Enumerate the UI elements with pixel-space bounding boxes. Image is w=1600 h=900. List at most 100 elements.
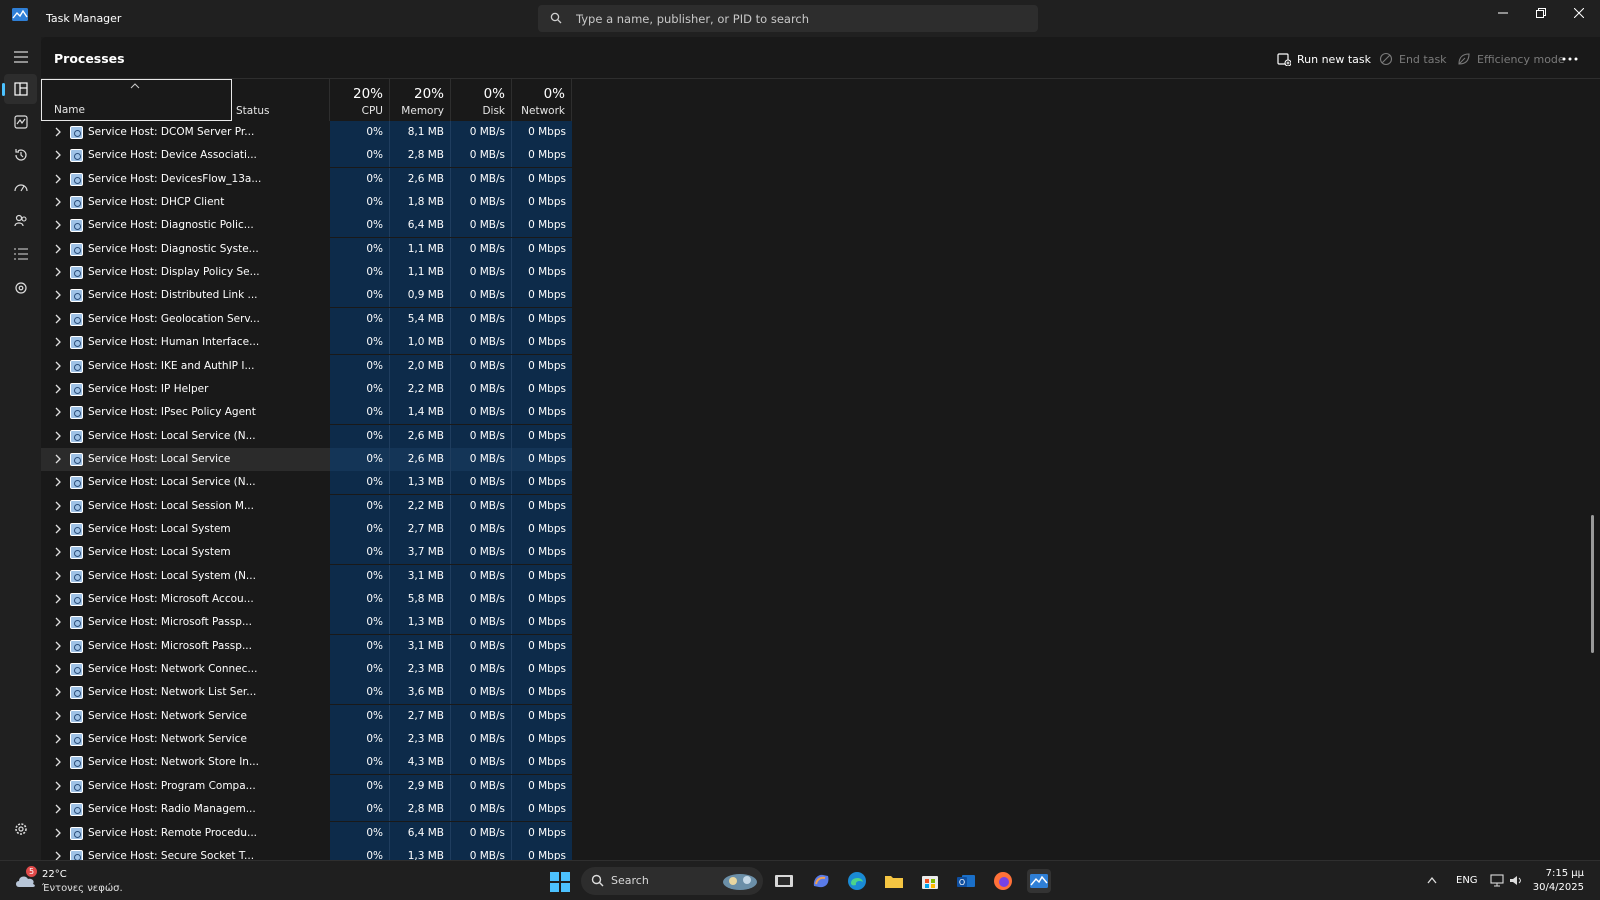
chevron-right-icon[interactable] [53, 781, 63, 791]
column-header-network[interactable]: 0% Network [512, 79, 572, 121]
column-header-cpu[interactable]: 20% CPU [330, 79, 390, 121]
table-row[interactable]: Service Host: DCOM Server Pr... 0% 8,1 MB 0… [41, 121, 1560, 144]
process-name-cell[interactable]: Service Host: Program Compa... [41, 775, 256, 798]
table-row[interactable]: Service Host: IPsec Policy Agent 0% 1,4 MB… [41, 401, 1560, 425]
chevron-right-icon[interactable] [53, 150, 63, 160]
process-name-cell[interactable]: Service Host: Local Service (N... [41, 447, 256, 471]
process-name-cell[interactable]: Service Host: Distributed Link ... [41, 284, 258, 307]
chevron-right-icon[interactable] [53, 757, 63, 767]
process-name-cell[interactable]: Service Host: Diagnostic Polic... [41, 214, 254, 237]
table-row[interactable]: Service Host: Diagnostic Polic... 0% 6,4 M… [41, 214, 1560, 238]
table-row[interactable]: Service Host: Local System 0% 3,7 MB 0 MB/s… [41, 541, 1560, 565]
chevron-right-icon[interactable] [53, 641, 63, 651]
table-row[interactable]: Service Host: Local System (N... 0% 3,1 MB… [41, 564, 1560, 588]
chevron-right-icon[interactable] [53, 804, 63, 814]
chevron-right-icon[interactable] [53, 571, 63, 581]
table-row[interactable]: Service Host: Display Policy Se... 0% 1,1 … [41, 261, 1560, 285]
column-header-memory[interactable]: 20% Memory [390, 79, 451, 121]
chevron-right-icon[interactable] [53, 617, 63, 627]
scrollbar-thumb[interactable] [1591, 515, 1594, 653]
chevron-right-icon[interactable] [53, 314, 63, 324]
search-input[interactable] [576, 5, 1026, 32]
table-row[interactable]: Service Host: IP Helper 0% 2,2 MB 0 MB/s 0 M… [41, 377, 1560, 401]
table-row[interactable]: Service Host: Distributed Link ... 0% 0,9 … [41, 284, 1560, 308]
taskbar-file-explorer[interactable] [882, 869, 906, 893]
column-header-disk[interactable]: 0% Disk [451, 79, 512, 121]
chevron-right-icon[interactable] [53, 851, 63, 860]
table-row[interactable]: Service Host: IKE and AuthIP I... 0% 2,0 M… [41, 354, 1560, 378]
taskbar-firefox[interactable] [991, 869, 1015, 893]
process-name-cell[interactable]: Service Host: Network Store In... [41, 751, 259, 774]
taskbar-edge[interactable] [845, 869, 869, 893]
chevron-right-icon[interactable] [53, 594, 63, 604]
table-row[interactable]: Service Host: Local Service (N... 0% 1,3 M… [41, 471, 1560, 495]
process-name-cell[interactable]: Service Host: Geolocation Serv... [41, 308, 260, 331]
process-name-cell[interactable]: Service Host: IP Helper [41, 378, 232, 401]
language-indicator[interactable]: ENG [1456, 875, 1478, 886]
chevron-right-icon[interactable] [53, 337, 63, 347]
chevron-right-icon[interactable] [53, 524, 63, 534]
table-row[interactable]: Service Host: Microsoft Passp... 0% 3,1 MB… [41, 634, 1560, 658]
table-row[interactable]: Service Host: Microsoft Passp... 0% 1,3 MB… [41, 611, 1560, 635]
process-name-cell[interactable]: Service Host: Microsoft Accou... [41, 588, 254, 611]
process-name-cell[interactable]: Service Host: Network List Ser... [41, 681, 256, 704]
process-name-cell[interactable]: Service Host: Local System (N... [41, 565, 256, 588]
chevron-right-icon[interactable] [53, 664, 63, 674]
table-row[interactable]: Service Host: DevicesFlow_13a... 0% 2,6 MB… [41, 167, 1560, 191]
nav-services[interactable] [4, 273, 37, 303]
chevron-right-icon[interactable] [53, 174, 63, 184]
process-name-cell[interactable]: Service Host: Secure Socket T... [41, 845, 254, 860]
table-row[interactable]: Service Host: Local System 0% 2,7 MB 0 MB/s… [41, 517, 1560, 541]
nav-details[interactable] [4, 239, 37, 269]
chevron-right-icon[interactable] [53, 361, 63, 371]
taskbar-search[interactable]: Search [581, 867, 763, 895]
table-row[interactable]: Service Host: Device Associati... 0% 2,8 M… [41, 144, 1560, 168]
hamburger-menu-button[interactable] [4, 42, 37, 72]
taskbar-outlook[interactable]: O [954, 869, 978, 893]
table-row[interactable]: Service Host: Local Service (N... 0% 2,6 M… [41, 447, 1560, 471]
chevron-right-icon[interactable] [53, 828, 63, 838]
process-name-cell[interactable]: Service Host: Human Interface... [41, 331, 259, 354]
table-row[interactable]: Service Host: Program Compa... 0% 2,9 MB 0 … [41, 774, 1560, 798]
chevron-right-icon[interactable] [53, 127, 63, 137]
process-name-cell[interactable]: Service Host: Microsoft Passp... [41, 611, 252, 634]
taskbar-microsoft-store[interactable] [918, 869, 942, 893]
table-row[interactable]: Service Host: Remote Procedu... 0% 6,4 MB 0… [41, 821, 1560, 845]
table-row[interactable]: Service Host: Network Service 0% 2,3 MB 0 M… [41, 728, 1560, 752]
chevron-right-icon[interactable] [53, 407, 63, 417]
process-name-cell[interactable]: Service Host: Device Associati... [41, 144, 257, 167]
chevron-right-icon[interactable] [53, 220, 63, 230]
table-row[interactable]: Service Host: Secure Socket T... 0% 1,3 MB… [41, 844, 1560, 860]
chevron-right-icon[interactable] [53, 734, 63, 744]
process-name-cell[interactable]: Service Host: DCOM Server Pr... [41, 121, 254, 144]
chevron-right-icon[interactable] [53, 431, 63, 441]
table-row[interactable]: Service Host: Human Interface... 0% 1,0 MB… [41, 331, 1560, 355]
process-name-cell[interactable]: Service Host: Local System [41, 518, 232, 541]
system-clock[interactable]: 7:15 μμ 30/4/2025 [1533, 867, 1584, 895]
nav-startup-apps[interactable] [4, 173, 37, 203]
chevron-right-icon[interactable] [53, 454, 63, 464]
column-header-status[interactable]: Status [232, 79, 330, 121]
nav-app-history[interactable] [4, 140, 37, 170]
chevron-right-icon[interactable] [53, 711, 63, 721]
process-name-cell[interactable]: Service Host: Network Connec... [41, 658, 257, 681]
windows-start-icon[interactable] [550, 872, 570, 892]
process-name-cell[interactable]: Service Host: Microsoft Passp... [41, 635, 252, 658]
process-name-cell[interactable]: Service Host: Network Service [41, 728, 247, 751]
chevron-right-icon[interactable] [53, 197, 63, 207]
restore-button[interactable] [1522, 0, 1560, 26]
taskbar-task-view[interactable] [772, 869, 796, 893]
chevron-right-icon[interactable] [53, 477, 63, 487]
table-row[interactable]: Service Host: Local Service (N... 0% 2,6 M… [41, 424, 1560, 448]
process-name-cell[interactable]: Service Host: Local Service (N... [41, 425, 256, 448]
chevron-right-icon[interactable] [53, 547, 63, 557]
efficiency-mode-button[interactable]: Efficiency mode [1457, 47, 1565, 71]
chevron-right-icon[interactable] [53, 290, 63, 300]
network-monitor-icon[interactable] [1490, 874, 1504, 887]
process-name-cell[interactable]: Service Host: Local System [41, 541, 232, 564]
process-name-cell[interactable]: Service Host: Remote Procedu... [41, 822, 257, 845]
nav-users[interactable] [4, 206, 37, 236]
process-name-cell[interactable]: Service Host: DevicesFlow_13a... [41, 168, 261, 191]
nav-processes[interactable] [2, 74, 37, 104]
table-row[interactable]: Service Host: Network Service 0% 2,7 MB 0 M… [41, 704, 1560, 728]
